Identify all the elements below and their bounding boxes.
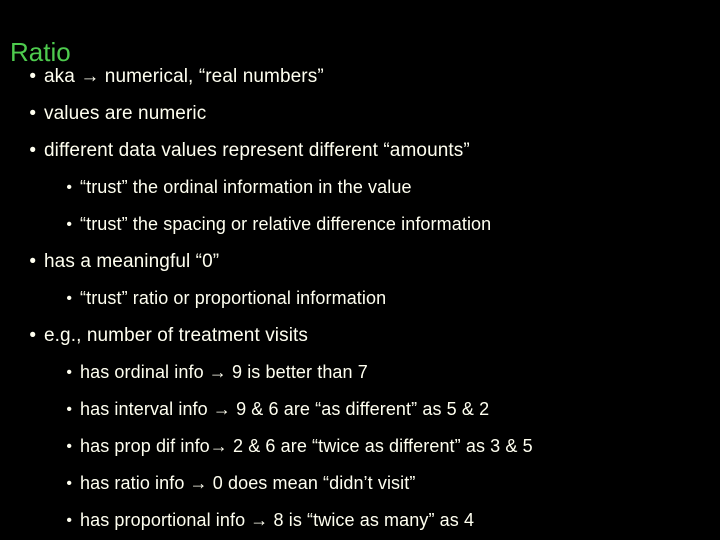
bullet-item-text: has ordinal info → 9 is better than 7 [80, 362, 368, 382]
bullet-point-icon: • [66, 364, 72, 381]
bullet-point-icon: • [66, 438, 72, 455]
bullet-item-level-2: • “trust” the ordinal information in the … [0, 169, 720, 206]
bullet-item-level-1: • e.g., number of treatment visits [0, 317, 720, 354]
bullet-point-icon: • [29, 103, 36, 124]
bullet-item-level-2: • “trust” the spacing or relative differe… [0, 206, 720, 243]
bullet-item-text: different data values represent differen… [44, 140, 470, 161]
bullet-item-text: “trust” ratio or proportional informatio… [80, 288, 387, 308]
bullet-point-icon: • [66, 216, 72, 233]
bullet-item-level-2: • has ordinal info → 9 is better than 7 [0, 354, 720, 391]
bullet-item-text: “trust” the spacing or relative differen… [80, 214, 492, 234]
bullet-item-text: e.g., number of treatment visits [44, 325, 309, 346]
bullet-item-text: has interval info → 9 & 6 are “as differ… [80, 399, 490, 419]
bullet-item-level-2: • has prop dif info→ 2 & 6 are “twice as … [0, 428, 720, 465]
bullet-point-icon: • [66, 401, 72, 418]
slide-body-bullet-list: • aka → numerical, “real numbers” • values … [0, 58, 720, 539]
bullet-point-icon: • [66, 290, 72, 307]
bullet-item-level-1: • different data values represent differe… [0, 132, 720, 169]
bullet-item-level-2: • has interval info → 9 & 6 are “as diffe… [0, 391, 720, 428]
bullet-point-icon: • [66, 475, 72, 492]
bullet-item-level-1: • aka → numerical, “real numbers” [0, 58, 720, 95]
bullet-item-level-2: • “trust” ratio or proportional informati… [0, 280, 720, 317]
presentation-slide: Ratio • aka → numerical, “real numbers” • v… [0, 0, 720, 540]
bullet-item-text: has a meaningful “0” [44, 251, 220, 272]
bullet-point-icon: • [29, 66, 36, 87]
bullet-item-level-2: • has proportional info → 8 is “twice as … [0, 502, 720, 539]
bullet-point-icon: • [29, 251, 36, 272]
bullet-item-level-2: • has ratio info → 0 does mean “didn’t vi… [0, 465, 720, 502]
bullet-item-level-1: • values are numeric [0, 95, 720, 132]
bullet-point-icon: • [29, 325, 36, 346]
bullet-point-icon: • [29, 140, 36, 161]
bullet-item-text: “trust” the ordinal information in the v… [80, 177, 412, 197]
bullet-point-icon: • [66, 179, 72, 196]
bullet-point-icon: • [66, 512, 72, 529]
bullet-item-text: has proportional info → 8 is “twice as m… [80, 510, 475, 530]
bullet-item-text: has prop dif info→ 2 & 6 are “twice as d… [80, 436, 533, 456]
bullet-item-text: has ratio info → 0 does mean “didn’t vis… [80, 473, 416, 493]
bullet-item-text: values are numeric [44, 103, 207, 124]
bullet-item-level-1: • has a meaningful “0” [0, 243, 720, 280]
bullet-item-text: aka → numerical, “real numbers” [44, 66, 324, 87]
